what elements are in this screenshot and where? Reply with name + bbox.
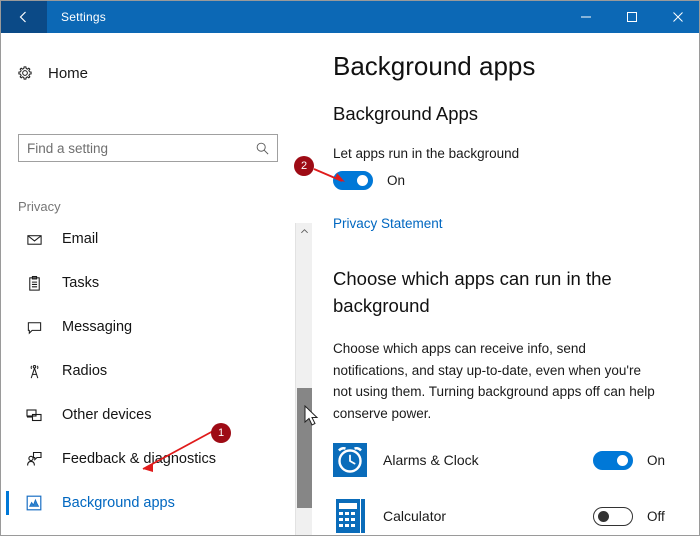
main-background-toggle[interactable] [333, 171, 373, 190]
app-toggle-wrap: Off [593, 506, 679, 526]
window-title: Settings [61, 10, 106, 24]
toggle-knob [617, 454, 628, 466]
sidebar-item-label: Tasks [62, 275, 100, 291]
maximize-button[interactable] [609, 1, 655, 33]
app-toggle-wrap: On [593, 450, 679, 470]
app-name: Alarms & Clock [383, 452, 479, 468]
main-content: Background apps Background Apps Let apps… [312, 33, 699, 535]
envelope-icon [20, 231, 48, 248]
close-icon [673, 12, 683, 22]
chevron-up-icon [300, 229, 308, 234]
gear-icon [2, 64, 48, 82]
choose-apps-description: Choose which apps can receive info, send… [333, 341, 655, 421]
sidebar-item-label: Email [62, 231, 99, 247]
main-background-toggle-row: On [333, 171, 405, 190]
sidebar-item-radios[interactable]: Radios [2, 349, 294, 393]
sidebar-item-label-home: Home [48, 64, 89, 82]
scrollbar-thumb[interactable] [297, 388, 312, 508]
sidebar-item-messaging[interactable]: Messaging [2, 305, 294, 349]
privacy-statement-link[interactable]: Privacy Statement [333, 216, 443, 231]
sidebar-group-label: Privacy [18, 199, 61, 214]
search-input[interactable] [19, 139, 247, 157]
sidebar-item-email[interactable]: Email [2, 217, 294, 261]
search-box[interactable] [18, 134, 278, 162]
chart-box-icon [20, 494, 48, 512]
sidebar-item-label: Feedback & diagnostics [62, 451, 216, 467]
calculator-icon [333, 499, 367, 533]
close-button[interactable] [655, 1, 699, 33]
minimize-button[interactable] [563, 1, 609, 33]
selection-accent [6, 491, 9, 515]
sidebar-item-home[interactable]: Home [2, 55, 292, 91]
scrollbar-up-button[interactable] [296, 223, 312, 240]
sidebar-item-label: Other devices [62, 407, 152, 423]
app-row-alarms-clock[interactable]: Alarms & Clock On [333, 432, 679, 488]
selection-accent [6, 359, 9, 383]
app-toggle-state: On [647, 452, 666, 468]
sidebar-item-feedback-diagnostics[interactable]: Feedback & diagnostics [2, 437, 294, 481]
toggle-knob [357, 175, 368, 186]
radio-tower-icon [20, 363, 48, 380]
selection-accent [6, 403, 9, 427]
speech-bubble-icon [20, 319, 48, 336]
settings-window: Settings Home Find a setting Privacy Ema… [0, 0, 700, 536]
sidebar-item-background-apps[interactable]: Background apps [2, 481, 294, 525]
sidebar-scrollbar[interactable] [295, 223, 312, 535]
sidebar-item-label: Background apps [62, 495, 175, 511]
sidebar-item-other-devices[interactable]: Other devices [2, 393, 294, 437]
app-toggle-calculator[interactable] [593, 506, 633, 526]
app-toggle-alarms-clock[interactable] [593, 450, 633, 470]
sidebar-item-tasks[interactable]: Tasks [2, 261, 294, 305]
app-row-calculator[interactable]: Calculator Off [333, 488, 679, 535]
sidebar-item-label: Radios [62, 363, 108, 379]
selection-accent [6, 315, 9, 339]
clipboard-icon [20, 275, 48, 292]
page-title: Background apps [333, 51, 536, 81]
back-button[interactable] [1, 1, 47, 33]
app-toggle-state: Off [647, 508, 665, 524]
search-icon [247, 141, 277, 156]
devices-icon [20, 406, 48, 424]
alarm-clock-icon [333, 443, 367, 477]
toggle-knob [598, 510, 609, 522]
maximize-icon [627, 12, 637, 22]
sidebar: Home Privacy [2, 33, 312, 535]
selection-accent [6, 227, 9, 251]
selection-accent [6, 271, 9, 295]
main-background-toggle-state: On [387, 173, 406, 188]
sidebar-item-label: Messaging [62, 319, 133, 335]
choose-apps-heading: Choose which apps can run in the backgro… [333, 268, 612, 316]
person-feedback-icon [20, 450, 48, 468]
app-list: Alarms & Clock On Calculator Off [333, 432, 679, 535]
sidebar-nav-list: Email Tasks Messaging Radios Other devic… [2, 217, 294, 535]
section-title: Background Apps [333, 103, 479, 124]
back-arrow-icon [19, 11, 26, 23]
sidebar-item-app-diagnostics[interactable]: App diagnostics [2, 525, 294, 535]
background-toggle-caption: Let apps run in the background [333, 146, 520, 161]
title-bar: Settings [1, 1, 699, 33]
minimize-icon [581, 16, 591, 18]
selection-accent [6, 447, 9, 471]
app-name: Calculator [383, 508, 447, 524]
